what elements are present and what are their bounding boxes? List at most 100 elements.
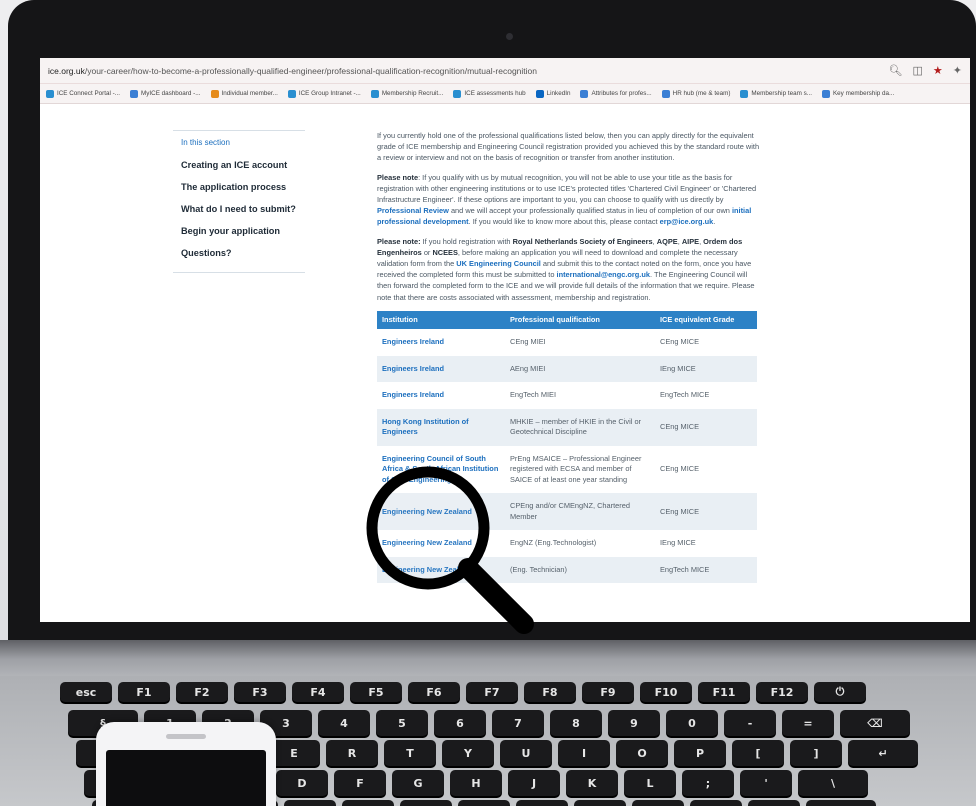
section-nav-item[interactable]: Begin your application (173, 220, 305, 242)
keyboard-key: K (566, 770, 618, 796)
table-row: Engineering New Zealand EngNZ (Eng.Techno… (377, 530, 757, 557)
keyboard-key: O (616, 740, 668, 766)
keyboard-key: 4 (318, 710, 370, 736)
column-header: ICE equivalent Grade (655, 310, 757, 330)
phone-screen (106, 750, 266, 806)
keyboard-key: ] (790, 740, 842, 766)
bookmark-item[interactable]: HR hub (me & team) (661, 89, 731, 98)
institution-link[interactable]: Engineers Ireland (377, 355, 505, 383)
keyboard-key: F (334, 770, 386, 796)
bookmark-label: ICE Connect Portal -... (57, 90, 120, 97)
bookmark-item[interactable]: ICE Connect Portal -... (46, 89, 120, 98)
section-nav-list: Creating an ICE account The application p… (173, 154, 305, 272)
qualification-cell: CEng MIEI (510, 337, 546, 347)
grade-cell: CEng MICE (660, 337, 700, 347)
uk-engineering-council-link[interactable]: UK Engineering Council (456, 259, 541, 268)
institution-link[interactable]: Engineering New Zealand (377, 530, 505, 557)
bookmark-favicon-icon (580, 89, 589, 98)
bookmark-label: MyICE dashboard -... (141, 90, 201, 97)
keyboard-key: [ (732, 740, 784, 766)
intro-paragraph: If you currently hold one of the profess… (377, 131, 760, 163)
bookmark-label: HR hub (me & team) (672, 90, 731, 97)
institution-link[interactable]: Hong Kong Institution of Engineers (377, 408, 505, 446)
table-row: Engineers Ireland EngTech MIEI EngTech MIC… (377, 382, 757, 409)
bookmark-label: Individual member... (221, 90, 278, 97)
url-path: /your-career/how-to-become-a-professiona… (84, 65, 538, 76)
extensions-icon[interactable]: ✦ (953, 64, 962, 77)
browser-window: ice.org.uk/your-career/how-to-become-a-p… (40, 58, 970, 622)
keyboard-key: 0 (666, 710, 718, 736)
table-row: Engineering New Zealand CPEng and/or CMEn… (377, 493, 757, 531)
qualification-cell: EngNZ (Eng.Technologist) (510, 538, 597, 548)
web-page: In this section Creating an ICE account T… (40, 104, 970, 622)
note-professional-review: Please note: If you qualify with us by m… (377, 172, 757, 227)
bookmark-label: LinkedIn (546, 90, 571, 97)
keyboard-key: M (574, 800, 626, 806)
bookmark-item[interactable]: ICE assessments hub (453, 89, 526, 98)
keyboard-key: F11 (698, 682, 750, 702)
qualification-cell: (Eng. Technician) (505, 556, 655, 584)
keyboard-key: X (284, 800, 336, 806)
engc-email-link[interactable]: international@engc.org.uk (557, 270, 650, 279)
bookmark-item[interactable]: Attributes for profes... (580, 89, 652, 98)
keyboard-key: F4 (292, 682, 344, 702)
note-validation-form: Please note: If you hold registration wi… (377, 236, 755, 302)
install-app-icon[interactable]: ◫ (913, 64, 923, 77)
institution-link[interactable]: Engineering New Zealand (377, 556, 505, 584)
keyboard-key: F9 (582, 682, 634, 702)
grade-cell: CEng MICE (660, 464, 700, 474)
bookmark-favicon-icon (453, 89, 462, 98)
bookmarks-bar: ICE Connect Portal -... MyICE dashboard -… (40, 84, 970, 104)
bookmark-item[interactable]: Membership team s... (740, 89, 812, 98)
bookmark-item[interactable]: Membership Recruit... (370, 89, 443, 98)
bookmark-item[interactable]: LinkedIn (535, 89, 571, 98)
keyboard-row: esc F1 F2 F3 F4 F5 F6 F7 F8 F9 F10 F11 F12 ⏻ (60, 682, 866, 702)
bookmark-label: ICE assessments hub (464, 90, 526, 97)
bookmark-favicon-icon (46, 89, 54, 98)
table-row: Engineering Council of South Africa & So… (377, 446, 757, 494)
keyboard-key: ⇧ (806, 800, 876, 806)
table-row: Engineers Ireland AEng MIEI IEng MICE (377, 355, 757, 383)
section-nav-item[interactable]: What do I need to submit? (173, 198, 305, 220)
url-text[interactable]: ice.org.uk/your-career/how-to-become-a-p… (48, 66, 879, 76)
bookmark-favicon-icon (210, 89, 219, 98)
institution-link[interactable]: Engineers Ireland (377, 382, 505, 409)
bookmark-favicon-icon (287, 89, 296, 98)
institution-link[interactable]: Engineering New Zealand (377, 493, 505, 531)
bookmark-item[interactable]: MyICE dashboard -... (130, 89, 201, 98)
keyboard-key: / (748, 800, 800, 806)
column-header: Professional qualification (505, 310, 655, 330)
grade-cell: EngTech MICE (655, 556, 757, 584)
qualification-cell: EngTech MIEI (510, 390, 557, 400)
zoom-icon[interactable]: 🔍︎ (889, 64, 903, 77)
keyboard-key: F3 (234, 682, 286, 702)
keyboard-key: 8 (550, 710, 602, 736)
keyboard-key: - (724, 710, 776, 736)
keyboard-key: 9 (608, 710, 660, 736)
section-nav-item[interactable]: Questions? (173, 242, 305, 264)
erp-email-link[interactable]: erp@ice.org.uk (660, 217, 714, 226)
bookmark-star-icon[interactable]: ★ (933, 64, 943, 77)
section-nav-item[interactable]: The application process (173, 176, 305, 198)
table-row: Engineers Ireland CEng MIEI CEng MICE (377, 329, 757, 356)
keyboard-key: = (782, 710, 834, 736)
bookmark-item[interactable]: Key membership da... (821, 89, 894, 98)
bookmark-item[interactable]: ICE Group Intranet -... (287, 89, 361, 98)
bookmark-label: ICE Group Intranet -... (298, 90, 361, 97)
professional-review-link[interactable]: Professional Review (377, 206, 449, 215)
table-body: Engineers Ireland CEng MIEI CEng MICE Engin… (377, 329, 757, 584)
table-row: Hong Kong Institution of Engineers MHKIE … (377, 408, 757, 446)
keyboard-key: esc (60, 682, 112, 702)
bookmark-favicon-icon (821, 89, 830, 98)
keyboard-key: N (516, 800, 568, 806)
keyboard-key: ↵ (848, 740, 918, 766)
bookmark-favicon-icon (740, 89, 749, 98)
institution-link[interactable]: Engineers Ireland (377, 329, 505, 356)
bookmark-item[interactable]: Individual member... (210, 89, 278, 98)
address-bar[interactable]: ice.org.uk/your-career/how-to-become-a-p… (40, 58, 970, 84)
section-navigation: In this section Creating an ICE account T… (173, 130, 305, 273)
section-nav-item[interactable]: Creating an ICE account (173, 154, 305, 176)
institution-link[interactable]: Engineering Council of South Africa & So… (377, 446, 505, 494)
keyboard-key: 7 (492, 710, 544, 736)
keyboard-key: T (384, 740, 436, 766)
